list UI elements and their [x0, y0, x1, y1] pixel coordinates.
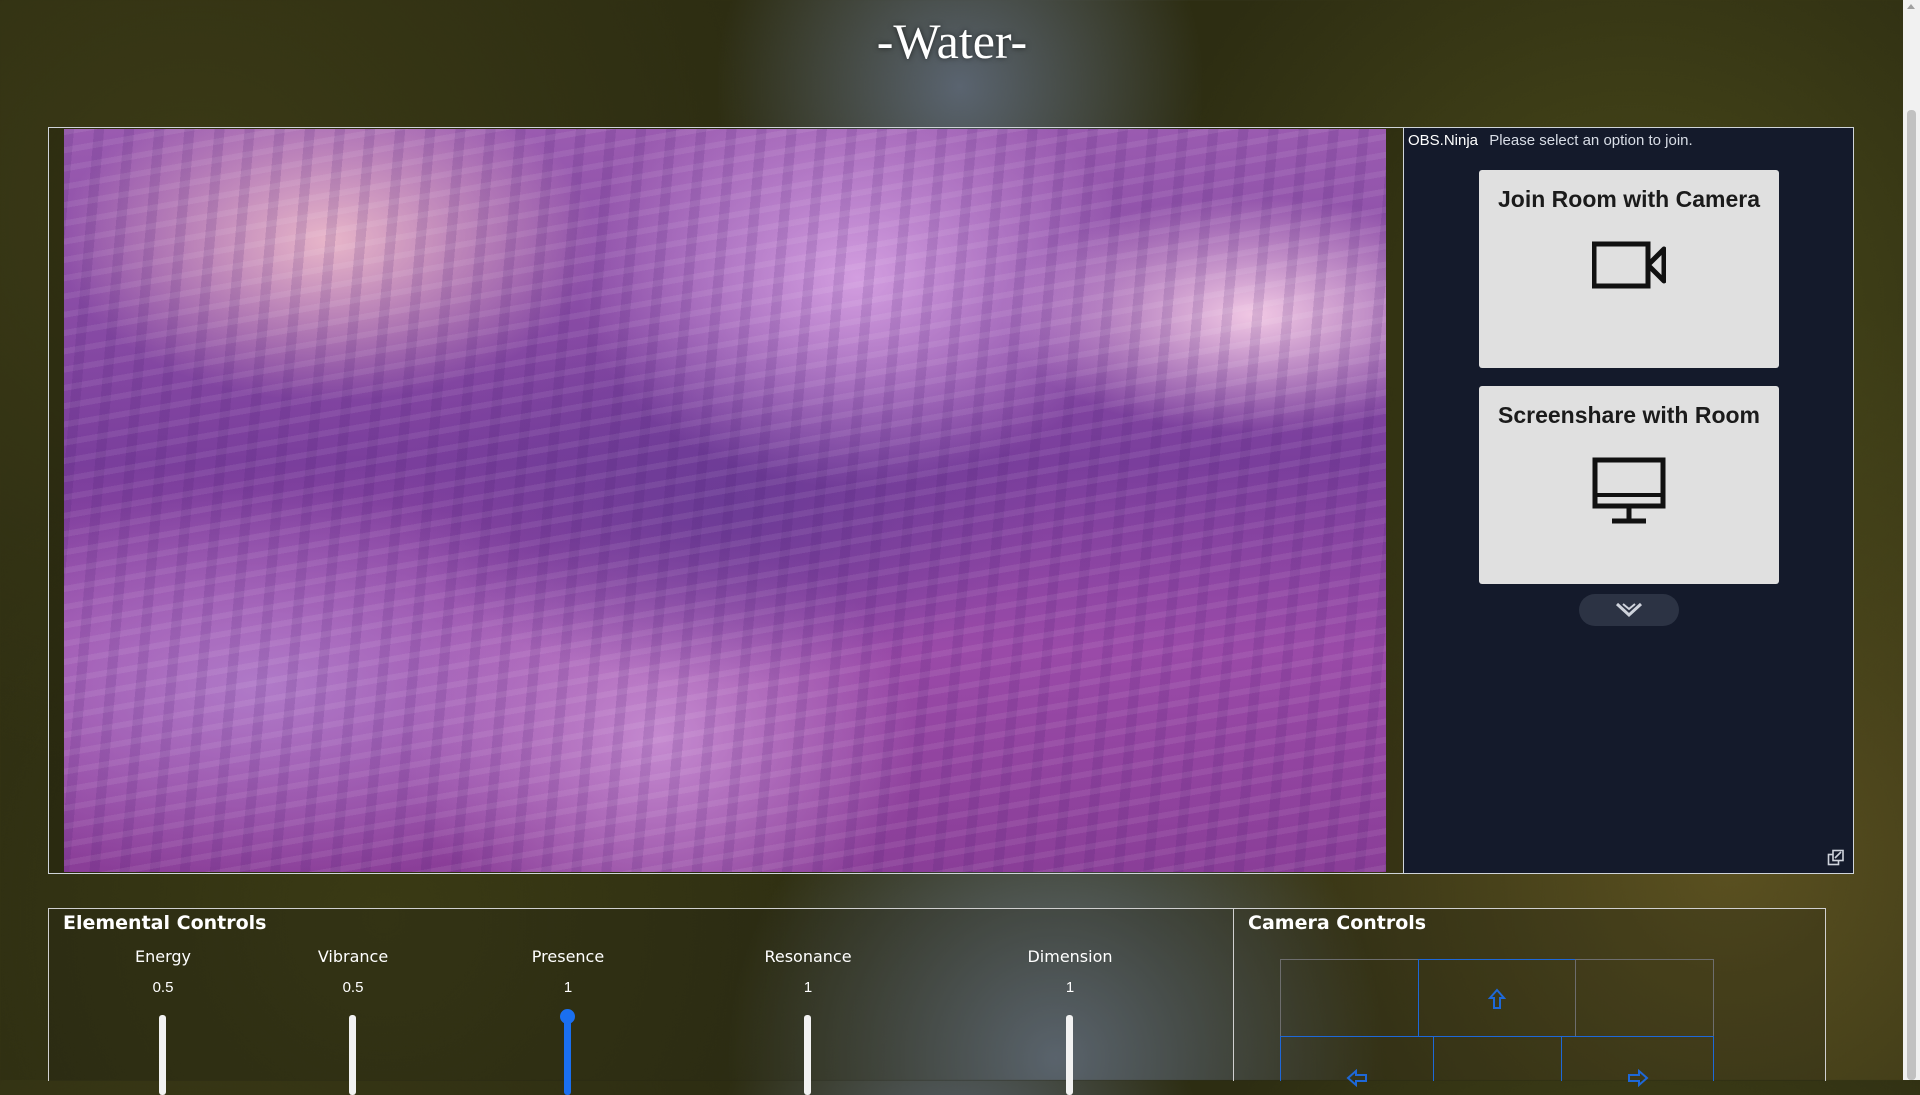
vibrance-value: 0.5: [342, 979, 364, 996]
camera-direction-pad: [1280, 959, 1714, 1087]
resonance-label: Resonance: [764, 947, 852, 966]
camera-controls-heading: Camera Controls: [1248, 912, 1427, 934]
page-scrollbar[interactable]: [1903, 0, 1920, 1080]
scrollbar-thumb[interactable]: [1907, 110, 1916, 1080]
vibrance-slider-group: Vibrance 0.5: [293, 947, 413, 1095]
obs-message: Please select an option to join.: [1489, 132, 1693, 149]
vibrance-label: Vibrance: [317, 947, 389, 966]
join-room-camera-button[interactable]: Join Room with Camera: [1479, 170, 1779, 368]
obs-ninja-panel: OBS.Ninja Please select an option to joi…: [1403, 127, 1854, 874]
obs-brand: OBS.Ninja: [1408, 132, 1479, 149]
presence-value: 1: [563, 979, 573, 996]
presence-slider[interactable]: [564, 1015, 571, 1095]
screenshare-room-button[interactable]: Screenshare with Room: [1479, 386, 1779, 584]
camera-right-button[interactable]: [1561, 1036, 1714, 1087]
resonance-slider-group: Resonance 1: [748, 947, 868, 1095]
presence-label: Presence: [531, 947, 605, 966]
camera-controls-panel: Camera Controls: [1233, 908, 1826, 1087]
video-camera-icon: [1592, 241, 1666, 289]
dimension-value: 1: [1065, 979, 1075, 996]
screenshare-room-label: Screenshare with Room: [1497, 402, 1761, 428]
vibrance-slider[interactable]: [349, 1015, 356, 1095]
obs-header: OBS.Ninja Please select an option to joi…: [1408, 132, 1693, 149]
energy-value: 0.5: [152, 979, 174, 996]
dimension-label: Dimension: [1027, 947, 1113, 966]
camera-pad-empty-cell: [1280, 959, 1419, 1037]
chevron-down-icon: [1615, 602, 1643, 618]
presence-slider-group: Presence 1: [508, 947, 628, 1095]
camera-up-button[interactable]: [1418, 959, 1576, 1037]
energy-label: Energy: [134, 947, 191, 966]
more-options-button[interactable]: [1579, 594, 1679, 626]
join-room-camera-label: Join Room with Camera: [1498, 186, 1760, 212]
dimension-slider-group: Dimension 1: [1010, 947, 1130, 1095]
presence-slider-knob[interactable]: [560, 1009, 575, 1024]
resonance-value: 1: [803, 979, 813, 996]
dimension-slider[interactable]: [1066, 1015, 1073, 1095]
page-title: -Water-: [876, 13, 1028, 69]
up-arrow-icon: [1488, 988, 1506, 1009]
energy-slider-group: Energy 0.5: [103, 947, 223, 1095]
monitor-icon: [1592, 457, 1666, 524]
camera-pad-empty-cell: [1575, 959, 1714, 1037]
camera-left-button[interactable]: [1280, 1036, 1434, 1087]
scroll-up-icon[interactable]: [1907, 4, 1915, 9]
elemental-controls-panel: Elemental Controls Energy 0.5 Vibrance 0…: [48, 908, 1234, 1095]
left-arrow-icon: [1346, 1069, 1367, 1087]
right-arrow-icon: [1627, 1069, 1649, 1087]
resonance-slider[interactable]: [804, 1015, 811, 1095]
video-frame: [48, 127, 1404, 874]
camera-center-cell: [1433, 1036, 1562, 1081]
video-preview: [64, 129, 1386, 872]
popout-icon[interactable]: [1827, 849, 1845, 867]
elemental-controls-heading: Elemental Controls: [63, 912, 267, 934]
energy-slider[interactable]: [159, 1015, 166, 1095]
